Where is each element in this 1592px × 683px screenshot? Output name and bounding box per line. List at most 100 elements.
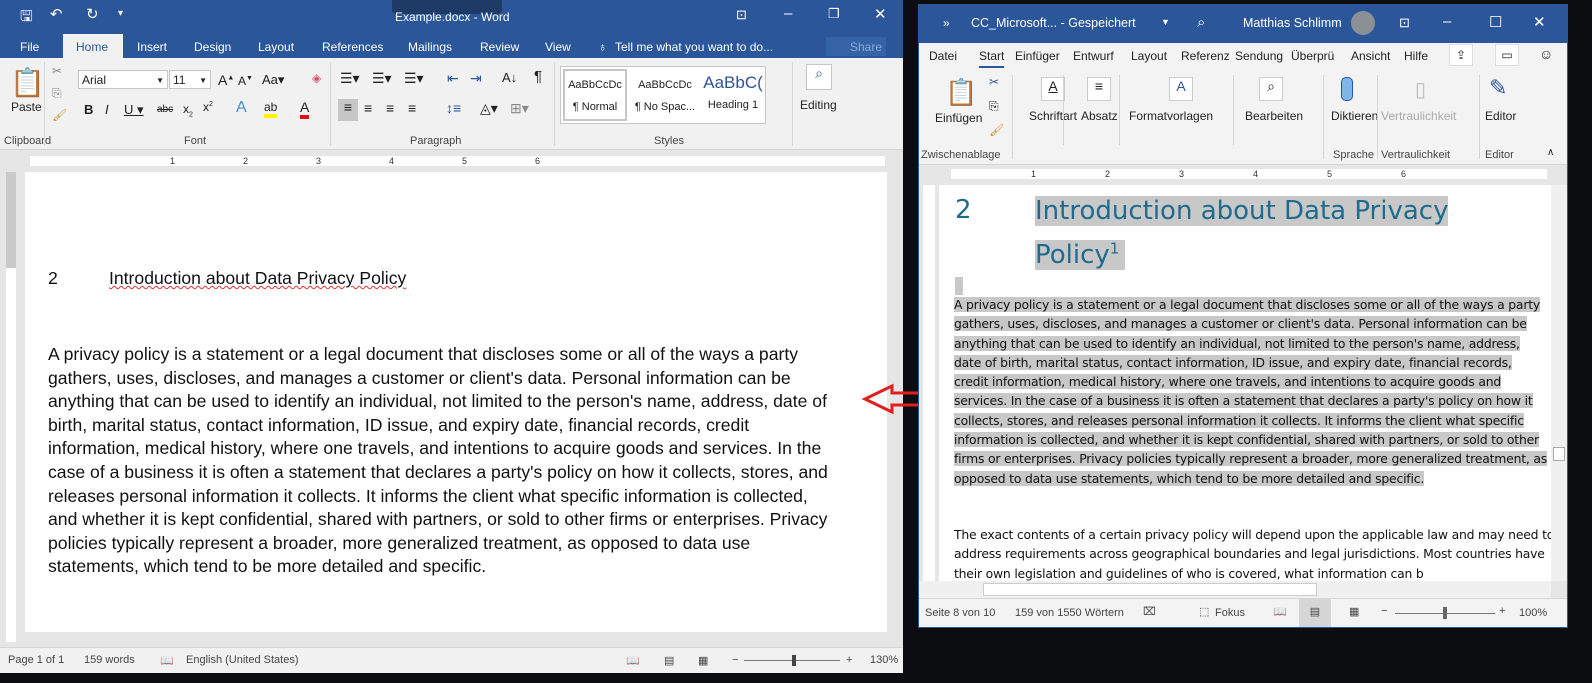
- tab-home[interactable]: Home: [63, 34, 123, 58]
- tab-entwurf[interactable]: Entwurf: [1073, 49, 1114, 63]
- page-count[interactable]: Seite 8 von 10: [925, 607, 995, 619]
- align-center-icon[interactable]: ≡: [364, 100, 372, 116]
- share-icon[interactable]: ⇪: [1449, 44, 1473, 66]
- editor-pen-icon[interactable]: ✎: [1489, 75, 1507, 101]
- horizontal-scrollbar[interactable]: [919, 581, 1551, 598]
- absatz-button[interactable]: Absatz: [1081, 109, 1118, 123]
- tab-referenzen[interactable]: Referenz: [1181, 49, 1229, 63]
- zoom-level[interactable]: 130%: [870, 654, 898, 666]
- customize-icon[interactable]: ▾: [118, 8, 123, 19]
- word-count[interactable]: 159 von 1550 Wörtern: [1015, 607, 1124, 619]
- diktieren-button[interactable]: Diktieren: [1331, 109, 1378, 123]
- tab-hilfe[interactable]: Hilfe: [1404, 49, 1428, 63]
- font-color-icon[interactable]: A: [300, 99, 310, 119]
- undo-icon[interactable]: ↶: [50, 5, 63, 23]
- web-layout-icon[interactable]: ▦: [1349, 605, 1359, 618]
- paste-icon[interactable]: 📋: [10, 66, 45, 99]
- ribbon-display-icon[interactable]: ⊡: [736, 7, 747, 23]
- print-layout-icon[interactable]: ▤: [1299, 599, 1331, 627]
- einfuegen-button[interactable]: Einfügen: [935, 111, 982, 125]
- document-page[interactable]: 2 Introduction about Data Privacy Policy…: [939, 185, 1551, 581]
- change-case-icon[interactable]: Aa▾: [262, 72, 284, 88]
- document-title[interactable]: CC_Microsoft... - Gespeichert: [971, 16, 1136, 30]
- editor-button[interactable]: Editor: [1485, 109, 1516, 123]
- chevron-down-icon[interactable]: ▼: [1161, 17, 1170, 27]
- sort-icon[interactable]: A↓: [502, 70, 517, 85]
- editing-button[interactable]: Editing: [800, 98, 837, 112]
- close-icon[interactable]: ✕: [1533, 13, 1546, 31]
- focus-button[interactable]: Fokus: [1215, 607, 1245, 619]
- proofing-icon[interactable]: ⌧: [1143, 605, 1156, 618]
- tab-datei[interactable]: Datei: [929, 49, 957, 63]
- horizontal-ruler[interactable]: 1 2 3 4 5 6: [0, 152, 903, 170]
- close-icon[interactable]: ✕: [874, 5, 887, 23]
- horizontal-ruler[interactable]: 1 2 3 4 5 6: [919, 165, 1567, 183]
- minimize-icon[interactable]: –: [784, 5, 792, 22]
- zoom-in-icon[interactable]: +: [846, 654, 852, 666]
- find-icon[interactable]: ⌕: [806, 64, 832, 90]
- maximize-icon[interactable]: ☐: [1489, 13, 1502, 31]
- formatvorlagen-button[interactable]: Formatvorlagen: [1129, 109, 1213, 123]
- bullets-icon[interactable]: ☰▾: [340, 70, 360, 87]
- page-count[interactable]: Page 1 of 1: [8, 654, 64, 666]
- font-icon[interactable]: A: [1041, 77, 1065, 101]
- search-icon[interactable]: ⌕: [1259, 77, 1283, 101]
- feedback-smiley-icon[interactable]: ☺: [1539, 46, 1553, 62]
- italic-icon[interactable]: I: [105, 102, 109, 117]
- font-name-select[interactable]: Arial ▼: [78, 70, 168, 89]
- copy-icon[interactable]: ⎘: [989, 99, 999, 114]
- copy-icon[interactable]: ⎘: [52, 86, 62, 101]
- ribbon-display-icon[interactable]: ⊡: [1399, 15, 1410, 31]
- cut-icon[interactable]: ✂: [52, 64, 62, 78]
- style-no-spacing[interactable]: AaBbCcDc ¶ No Spac...: [633, 69, 697, 127]
- tab-ueberpruefen[interactable]: Überprü: [1291, 49, 1334, 63]
- paste-icon[interactable]: 📋: [945, 77, 977, 108]
- scroll-thumb[interactable]: [983, 583, 1317, 596]
- multilevel-list-icon[interactable]: ☰▾: [404, 70, 424, 87]
- read-mode-icon[interactable]: 📖: [1273, 605, 1287, 618]
- styles-gallery[interactable]: AaBbCcDc ¶ Normal AaBbCcDc ¶ No Spac... Aa…: [560, 66, 766, 124]
- subscript-icon[interactable]: x2: [183, 102, 193, 118]
- align-right-icon[interactable]: ≡: [386, 100, 394, 116]
- tab-insert[interactable]: Insert: [137, 40, 167, 54]
- font-size-select[interactable]: 11 ▼: [169, 70, 211, 89]
- underline-icon[interactable]: U ▾: [124, 102, 144, 118]
- read-mode-icon[interactable]: 📖: [626, 654, 640, 667]
- tab-references[interactable]: References: [322, 40, 383, 54]
- style-normal[interactable]: AaBbCcDc ¶ Normal: [563, 69, 627, 121]
- shrink-font-icon[interactable]: A▼: [238, 74, 253, 88]
- comments-icon[interactable]: ▭: [1495, 44, 1519, 66]
- avatar[interactable]: [1351, 11, 1375, 35]
- borders-icon[interactable]: ⊞▾: [510, 100, 529, 117]
- minimize-icon[interactable]: –: [1443, 13, 1451, 30]
- schriftart-button[interactable]: Schriftart: [1029, 109, 1077, 123]
- style-heading-1[interactable]: AaBbC(Heading 1: [701, 69, 765, 127]
- decrease-indent-icon[interactable]: ⇤: [447, 70, 459, 87]
- word-count[interactable]: 159 words: [84, 654, 135, 666]
- web-layout-icon[interactable]: ▦: [698, 654, 708, 667]
- redo-icon[interactable]: ↻: [86, 5, 99, 23]
- styles-icon[interactable]: A: [1169, 77, 1193, 101]
- scroll-thumb[interactable]: [1553, 447, 1565, 461]
- tab-review[interactable]: Review: [480, 40, 519, 54]
- tab-start[interactable]: Start: [979, 49, 1005, 68]
- document-page[interactable]: 2 Introduction about Data Privacy Policy…: [25, 172, 887, 632]
- footnote-reference[interactable]: 1: [1110, 239, 1120, 257]
- tab-layout[interactable]: Layout: [258, 40, 294, 54]
- bearbeiten-button[interactable]: Bearbeiten: [1245, 109, 1303, 123]
- highlight-icon[interactable]: ab: [264, 100, 278, 118]
- language[interactable]: English (United States): [186, 654, 299, 666]
- line-spacing-icon[interactable]: ↕≡: [446, 100, 461, 116]
- format-painter-icon[interactable]: 🖌: [989, 123, 1004, 137]
- collapse-ribbon-icon[interactable]: ∧: [1547, 147, 1554, 158]
- tell-me-search[interactable]: Tell me what you want to do...: [615, 40, 773, 54]
- bold-icon[interactable]: B: [84, 102, 93, 117]
- tab-ansicht[interactable]: Ansicht: [1351, 49, 1390, 63]
- tab-sendungen[interactable]: Sendung: [1235, 49, 1285, 63]
- print-layout-icon[interactable]: ▤: [664, 654, 674, 667]
- tab-design[interactable]: Design: [194, 40, 231, 54]
- zoom-out-icon[interactable]: −: [1381, 605, 1387, 617]
- align-left-icon[interactable]: ≡: [338, 99, 358, 121]
- microphone-icon[interactable]: [1341, 77, 1353, 101]
- text-effects-icon[interactable]: A: [236, 99, 247, 117]
